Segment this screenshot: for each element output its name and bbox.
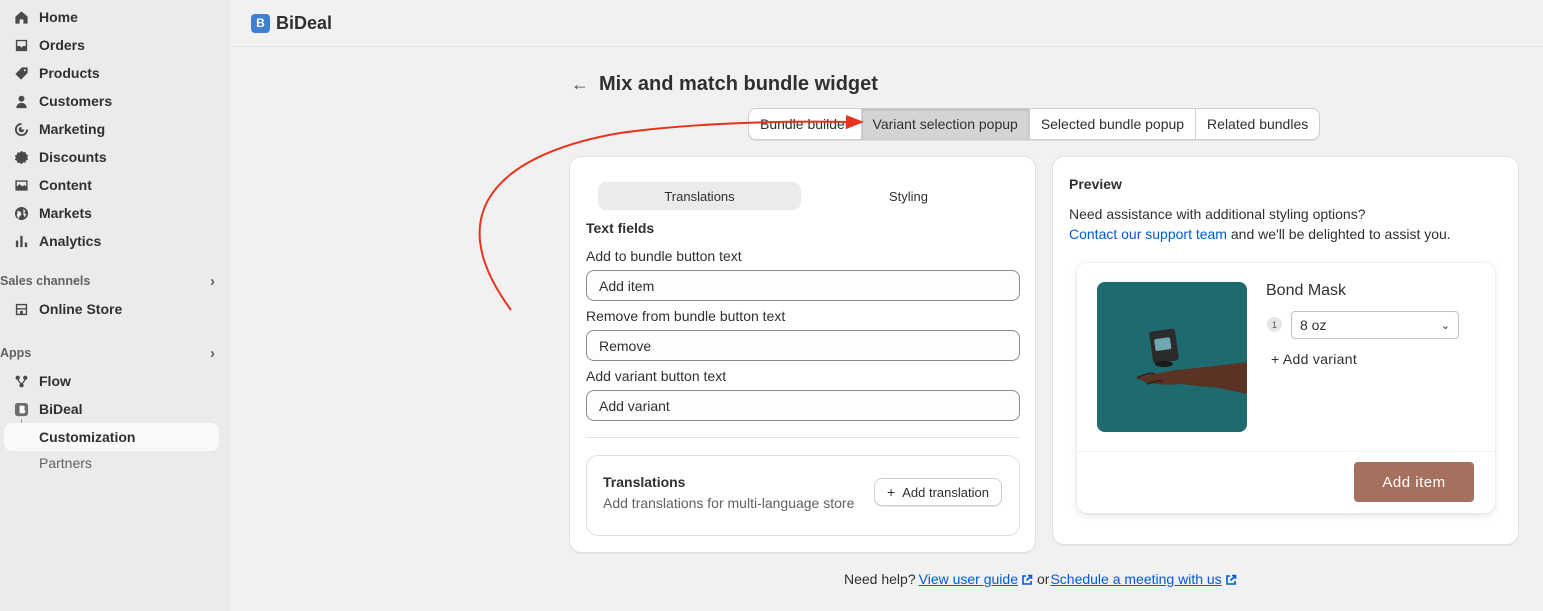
page-title: Mix and match bundle widget <box>599 73 878 95</box>
preview-help-text: Need assistance with additional styling … <box>1069 204 1451 244</box>
sidebar-item-orders[interactable]: Orders <box>0 32 85 58</box>
sidebar-item-label: Discounts <box>39 149 107 165</box>
sidebar-item-analytics[interactable]: Analytics <box>0 228 101 254</box>
sidebar-item-label: Marketing <box>39 121 106 137</box>
segment-styling[interactable]: Styling <box>807 182 1010 210</box>
button-label: Add translation <box>902 484 989 500</box>
sidebar-item-label: Online Store <box>39 301 123 317</box>
add-variant-link[interactable]: + Add variant <box>1271 351 1357 367</box>
divider <box>1077 451 1495 452</box>
sidebar-item-content[interactable]: Content <box>0 172 92 198</box>
section-title: Text fields <box>586 220 655 236</box>
store-icon <box>13 301 29 317</box>
help-text-tail: and we'll be delighted to assist you. <box>1226 226 1451 242</box>
person-icon <box>13 93 29 109</box>
quantity-badge: 1 <box>1267 317 1282 332</box>
variant-value: 8 oz <box>1300 317 1327 333</box>
sidebar-item-flow[interactable]: Flow <box>0 368 71 394</box>
help-line: Contact our support team and we'll be de… <box>1069 224 1451 244</box>
apps-heading[interactable]: Apps › <box>0 342 219 364</box>
schedule-meeting-link[interactable]: Schedule a meeting with us <box>1050 571 1221 587</box>
preview-title: Preview <box>1069 176 1122 192</box>
sidebar-item-discounts[interactable]: Discounts <box>0 144 107 170</box>
product-image <box>1097 282 1247 432</box>
app-title: BiDeal <box>276 12 333 33</box>
home-icon <box>13 9 29 25</box>
sidebar-item-partners[interactable]: Partners <box>39 455 92 471</box>
help-line: Need assistance with additional styling … <box>1069 206 1366 222</box>
chevron-down-icon: ⌄ <box>1440 319 1450 332</box>
sidebar-item-products[interactable]: Products <box>0 60 100 86</box>
user-guide-link[interactable]: View user guide <box>919 571 1018 587</box>
external-link-icon <box>1021 573 1033 585</box>
add-to-bundle-input[interactable]: Add item <box>586 270 1020 301</box>
flow-icon <box>13 373 29 389</box>
sidebar-item-label: Customers <box>39 93 113 109</box>
sidebar-item-label: BiDeal <box>39 401 83 417</box>
external-link-icon <box>1225 573 1237 585</box>
translations-subtitle: Add translations for multi-language stor… <box>603 495 855 511</box>
discount-icon <box>13 149 29 165</box>
globe-icon <box>13 205 29 221</box>
back-arrow-icon[interactable]: ← <box>571 74 589 95</box>
sidebar-item-label: Products <box>39 65 100 81</box>
sidebar-item-marketing[interactable]: Marketing <box>0 116 105 142</box>
footer-help: Need help? View user guide or Schedule a… <box>844 571 1241 587</box>
section-label: Sales channels <box>0 274 91 288</box>
chevron-right-icon: › <box>210 344 215 362</box>
segment-translations[interactable]: Translations <box>598 182 801 210</box>
product-name: Bond Mask <box>1266 282 1347 299</box>
sidebar-item-label: Home <box>39 9 78 25</box>
translations-card: Translations Add translations for multi-… <box>586 455 1020 536</box>
translations-title: Translations <box>603 474 686 490</box>
sidebar-item-home[interactable]: Home <box>0 4 78 30</box>
target-icon <box>13 121 29 137</box>
app-topbar: B BiDeal <box>231 0 1543 47</box>
contact-support-link[interactable]: Contact our support team <box>1069 226 1227 242</box>
preview-card: Preview Need assistance with additional … <box>1052 156 1519 545</box>
add-translation-button[interactable]: + Add translation <box>874 478 1002 506</box>
chevron-right-icon: › <box>210 272 215 290</box>
field-label: Add to bundle button text <box>586 248 742 264</box>
tag-icon <box>13 65 29 81</box>
sidebar-item-label: Flow <box>39 373 71 389</box>
field-label: Add variant button text <box>586 368 727 384</box>
editor-card: Translations Styling Text fields Add to … <box>569 156 1036 553</box>
sidebar-item-label: Customization <box>39 429 136 445</box>
image-icon <box>13 177 29 193</box>
add-variant-input[interactable]: Add variant <box>586 390 1020 421</box>
tab-related-bundles[interactable]: Related bundles <box>1196 109 1319 139</box>
bideal-logo-icon: B <box>251 13 270 33</box>
sidebar-item-label: Analytics <box>39 233 102 249</box>
bideal-app-icon <box>13 401 29 417</box>
tab-bundle-builder[interactable]: Bundle builder <box>749 109 862 139</box>
inbox-icon <box>13 37 29 53</box>
sidebar-item-markets[interactable]: Markets <box>0 200 92 226</box>
section-label: Apps <box>0 346 32 360</box>
or-text: or <box>1037 571 1050 587</box>
segmented-control: Translations Styling <box>598 182 1010 210</box>
sidebar-item-bideal[interactable]: BiDeal <box>0 396 83 422</box>
sidebar-item-label: Markets <box>39 205 92 221</box>
widget-tabs: Bundle builder Variant selection popup S… <box>748 108 1321 140</box>
tab-selected-bundle-popup[interactable]: Selected bundle popup <box>1030 109 1197 139</box>
sidebar-item-customization[interactable]: Customization <box>4 423 219 451</box>
divider <box>586 437 1020 438</box>
tab-variant-selection-popup[interactable]: Variant selection popup <box>861 109 1030 139</box>
sidebar-item-label: Orders <box>39 37 85 53</box>
plus-icon: + <box>887 484 896 500</box>
add-item-button[interactable]: Add item <box>1354 462 1474 502</box>
page-header: ← Mix and match bundle widget <box>571 73 878 96</box>
sidebar-item-customers[interactable]: Customers <box>0 88 112 114</box>
sales-channels-heading[interactable]: Sales channels › <box>0 270 219 292</box>
sidebar: Home Orders Products Customers Marketing… <box>0 0 231 611</box>
need-help-text: Need help? <box>844 571 916 587</box>
bar-chart-icon <box>13 233 29 249</box>
variant-select[interactable]: 8 oz ⌄ <box>1291 311 1459 339</box>
remove-from-bundle-input[interactable]: Remove <box>586 330 1020 361</box>
sidebar-item-online-store[interactable]: Online Store <box>0 296 122 322</box>
variant-popup-preview: Bond Mask 1 8 oz ⌄ + Add variant Add ite… <box>1077 263 1495 513</box>
sidebar-item-label: Content <box>39 177 92 193</box>
field-label: Remove from bundle button text <box>586 308 786 324</box>
